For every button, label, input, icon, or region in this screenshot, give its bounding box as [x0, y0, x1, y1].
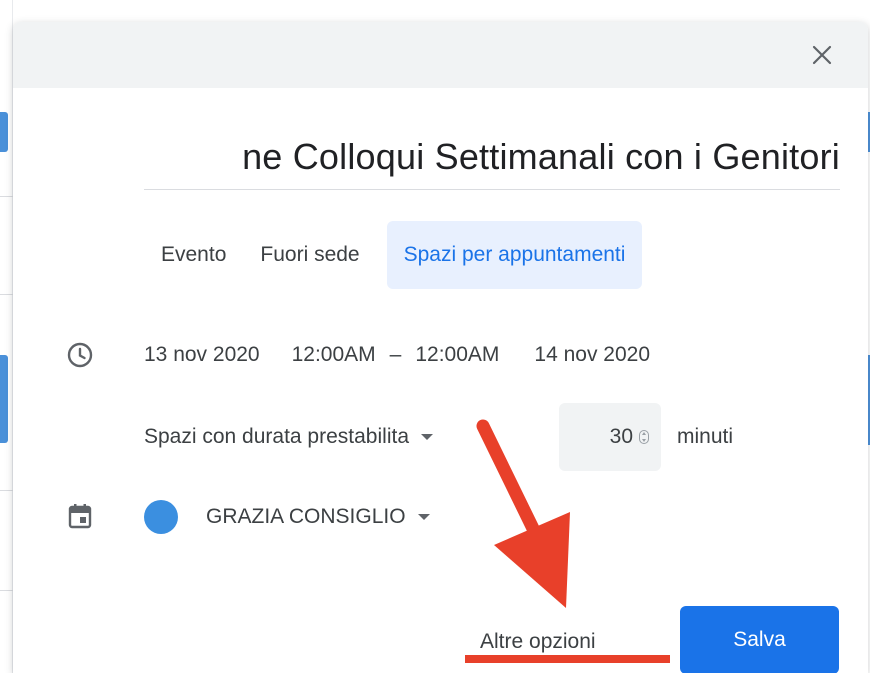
calendar-select[interactable]: GRAZIA CONSIGLIO — [144, 500, 430, 534]
event-title-text: ne Colloqui Settimanali con i Genitori — [242, 136, 840, 177]
close-icon — [812, 45, 832, 65]
duration-unit: minuti — [677, 420, 733, 454]
start-date[interactable]: 13 nov 2020 — [144, 343, 260, 367]
tab-fuori-sede[interactable]: Fuori sede — [243, 221, 376, 289]
slot-duration-row: Spazi con durata prestabilita — [144, 420, 433, 454]
end-time[interactable]: 12:00AM — [415, 343, 499, 367]
background-calendar-left — [0, 0, 13, 673]
spinner-icon[interactable] — [639, 430, 649, 444]
dialog-header — [13, 22, 868, 88]
event-dialog: ne Colloqui Settimanali con i Genitori E… — [13, 22, 868, 673]
event-type-tabs: Evento Fuori sede Spazi per appuntamenti — [144, 220, 643, 290]
close-button[interactable] — [806, 39, 838, 71]
save-button[interactable]: Salva — [680, 606, 839, 673]
start-time[interactable]: 12:00AM — [292, 343, 376, 367]
background-event-chip[interactable] — [0, 355, 8, 443]
slot-mode-select[interactable]: Spazi con durata prestabilita — [144, 425, 433, 449]
duration-stepper[interactable]: 30 — [559, 403, 661, 471]
tab-evento[interactable]: Evento — [144, 221, 243, 289]
clock-icon — [65, 340, 95, 370]
chevron-down-icon — [417, 514, 430, 520]
chevron-down-icon — [421, 434, 433, 440]
calendar-color-dot — [144, 500, 178, 534]
duration-unit-label: minuti — [677, 425, 734, 448]
background-event-chip[interactable] — [0, 112, 8, 152]
grid-line — [0, 294, 13, 295]
more-options-button[interactable]: Altre opzioni — [480, 620, 596, 664]
tab-spazi-per-appuntamenti[interactable]: Spazi per appuntamenti — [386, 221, 643, 289]
duration-value: 30 — [609, 425, 633, 448]
slot-mode-label: Spazi con durata prestabilita — [144, 425, 409, 448]
grid-line — [0, 590, 13, 591]
grid-line — [0, 490, 13, 491]
datetime-row: 13 nov 2020 12:00AM – 12:00AM 14 nov 202… — [144, 338, 650, 372]
calendar-icon — [67, 502, 93, 530]
end-date[interactable]: 14 nov 2020 — [534, 343, 650, 367]
time-separator: – — [389, 343, 402, 366]
calendar-name: GRAZIA CONSIGLIO — [206, 505, 406, 528]
event-title-input[interactable]: ne Colloqui Settimanali con i Genitori — [144, 122, 840, 190]
grid-line — [0, 196, 13, 197]
